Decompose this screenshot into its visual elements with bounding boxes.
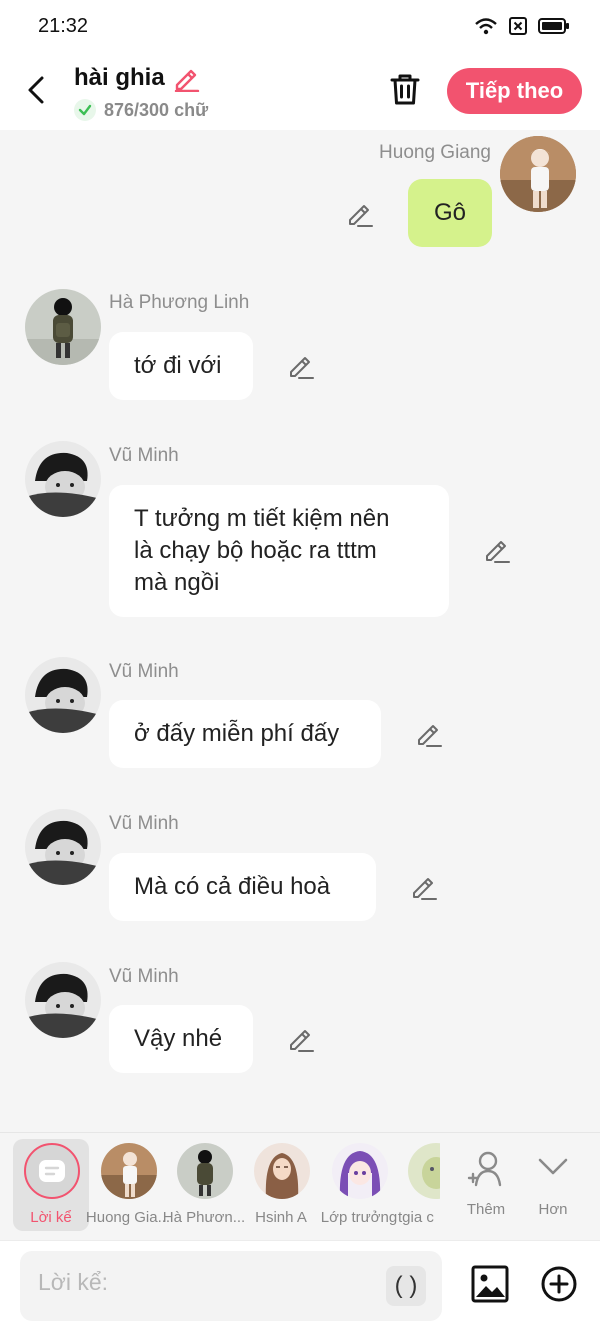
avatar[interactable] [25,809,101,885]
status-time: 21:32 [38,15,89,37]
check-icon [74,99,96,121]
back-arrow-icon[interactable] [20,72,56,108]
add-icon[interactable] [541,1266,577,1302]
sim-off-icon [509,17,527,35]
narration-input[interactable] [38,1269,368,1296]
edit-title-icon[interactable] [172,64,200,92]
word-count: 876/300 chữ [104,99,209,120]
message-line: T tưởng m tiết kiệm nên [134,505,390,532]
tray-item-character[interactable]: Hsinh A [241,1139,321,1231]
edit-message-icon[interactable] [415,720,443,748]
edit-message-icon[interactable] [410,873,438,901]
message-bubble[interactable]: Mà có cả điều hoà [109,853,376,921]
tray-item-narration[interactable]: Lời kể [11,1139,91,1231]
composer-bar: ( ) [0,1240,600,1333]
edit-message-icon[interactable] [287,1025,315,1053]
edit-message-icon[interactable] [346,200,374,228]
message-bubble[interactable]: tớ đi với [109,332,253,400]
wifi-icon [475,18,497,35]
avatar [101,1143,157,1199]
tray-item-character[interactable]: tgia c [396,1139,440,1231]
status-icons [474,16,570,36]
tray-label: tgia c [398,1209,434,1226]
avatar [254,1143,310,1199]
sender-name: Vũ Minh [109,813,179,834]
header: hài ghia 876/300 chữ Tiếp theo [0,52,600,130]
tray-item-character[interactable]: Hà Phươn... [163,1139,245,1231]
message-bubble[interactable]: ở đấy miễn phí đấy [109,700,381,768]
tray-label: Lớp trưởng [320,1209,398,1226]
avatar[interactable] [25,657,101,733]
image-icon[interactable] [471,1265,509,1303]
avatar[interactable] [25,441,101,517]
composer-box: ( ) [20,1251,442,1321]
page-title: hài ghia [74,64,165,91]
sender-name: Huong Giang [379,142,491,163]
edit-message-icon[interactable] [483,536,511,564]
avatar [408,1143,440,1199]
message-line: mà ngồi [134,569,220,596]
message-bubble[interactable]: Gô [408,179,492,247]
sender-name: Vũ Minh [109,661,179,682]
sender-name: Vũ Minh [109,445,179,466]
word-count-row: 876/300 chữ [74,99,208,121]
chevron-down-icon [538,1158,568,1175]
edit-message-icon[interactable] [287,352,315,380]
message-bubble[interactable]: T tưởng m tiết kiệm nên là chạy bộ hoặc … [109,485,449,617]
status-bar: 21:32 [0,0,600,52]
tray-label: Hơn [538,1201,568,1218]
trash-icon[interactable] [388,72,422,106]
avatar[interactable] [25,962,101,1038]
sender-name: Hà Phương Linh [109,292,250,313]
message-bubble[interactable]: Vậy nhé [109,1005,253,1073]
expand-button[interactable]: Hơn [513,1139,593,1231]
add-user-icon [467,1151,502,1187]
battery-icon [538,18,569,34]
message-line: là chạy bộ hoặc ra tttm [134,537,377,564]
next-button[interactable]: Tiếp theo [447,68,582,114]
sender-name: Vũ Minh [109,966,179,987]
tray-item-character[interactable]: Lớp trưởng [319,1139,399,1231]
avatar[interactable] [500,136,576,212]
character-tray: Lời kể Huong Gia... Hà Phươn... Hsinh A … [0,1132,600,1240]
narration-icon [24,1143,80,1199]
parentheses-button[interactable]: ( ) [386,1266,426,1306]
tray-item-character[interactable]: Huong Gia... [86,1139,170,1231]
avatar[interactable] [25,289,101,365]
avatar [332,1143,388,1199]
avatar [177,1143,233,1199]
chat-area: Huong Giang Gô Hà Phương Linh tớ đi với [0,130,600,1132]
